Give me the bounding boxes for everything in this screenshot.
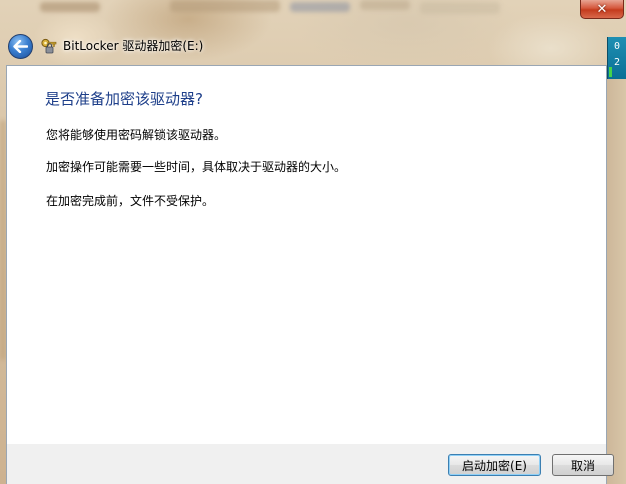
window-title: BitLocker 驱动器加密(E:) bbox=[63, 39, 204, 53]
back-arrow-icon bbox=[13, 40, 28, 53]
content-panel: 是否准备加密该驱动器? 您将能够使用密码解锁该驱动器。 加密操作可能需要一些时间… bbox=[6, 65, 607, 445]
side-widget-level-bar bbox=[609, 67, 612, 77]
cancel-button[interactable]: 取消 bbox=[552, 454, 614, 476]
footer-bar: 启动加密(E) 取消 bbox=[6, 444, 614, 484]
close-icon: ✕ bbox=[596, 1, 608, 17]
paragraph-encryption-time: 加密操作可能需要一些时间，具体取决于驱动器的大小。 bbox=[46, 160, 347, 174]
paragraph-unprotected-warning: 在加密完成前，文件不受保护。 bbox=[46, 194, 215, 208]
side-widget-line-2: 2 bbox=[614, 57, 621, 68]
paragraph-unlock-password: 您将能够使用密码解锁该驱动器。 bbox=[46, 128, 227, 142]
start-encryption-button[interactable]: 启动加密(E) bbox=[448, 454, 541, 476]
side-widget: 0 2 bbox=[607, 37, 626, 79]
side-widget-line-1: 0 bbox=[614, 41, 621, 52]
back-button[interactable] bbox=[8, 34, 33, 59]
page-heading: 是否准备加密该驱动器? bbox=[45, 90, 203, 108]
desktop-edge bbox=[607, 79, 626, 484]
close-button[interactable]: ✕ bbox=[580, 0, 624, 19]
bitlocker-key-icon bbox=[41, 38, 57, 54]
